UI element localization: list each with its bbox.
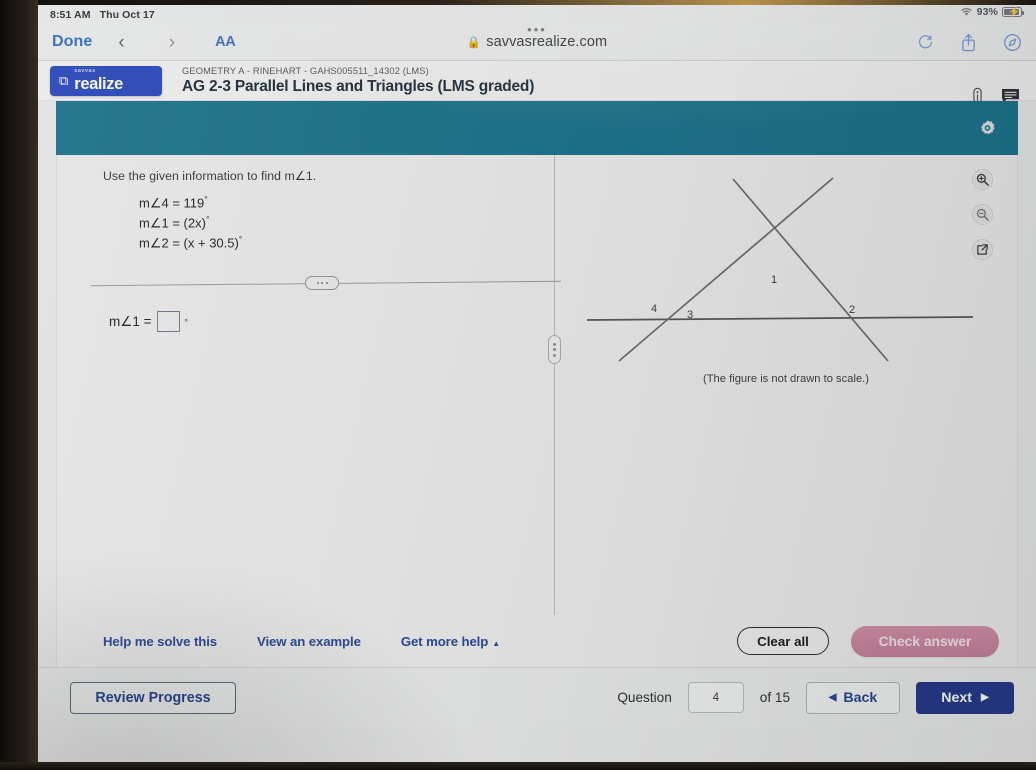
answer-input[interactable] (156, 311, 180, 333)
question-pane: Use the given information to find m∠1. m… (57, 155, 561, 615)
view-an-example-link[interactable]: View an example (257, 634, 361, 649)
assignment-title-block: GEOMETRY A - RINEHART - GAHS005511_14302… (182, 66, 534, 96)
triangle-right-icon: ▶ (981, 691, 989, 703)
given-rhs: 119 (183, 195, 205, 211)
given-rhs: (2x) (183, 215, 206, 231)
given-lhs: m∠4 = (139, 195, 180, 211)
status-time: 8:51 AM (50, 8, 91, 21)
answer-label: m∠1 = (109, 313, 152, 329)
question-navigation: Question 4 of 15 ◀ Back Next ▶ (617, 681, 1014, 714)
help-me-solve-this-link[interactable]: Help me solve this (103, 634, 217, 649)
review-progress-button[interactable]: Review Progress (70, 681, 236, 714)
back-navigation-icon[interactable]: ‹ (118, 33, 124, 52)
more-options-icon[interactable] (305, 276, 339, 291)
angle-label-2: 2 (849, 304, 855, 316)
given-equation: m∠1 = (2x)° (139, 213, 536, 233)
degree-symbol: ° (238, 234, 243, 245)
geometry-figure: 1 4 3 2 (586, 177, 974, 362)
check-answer-button[interactable]: Check answer (851, 625, 999, 657)
question-total-label: of 15 (759, 690, 790, 705)
bottom-navigation-bar: Review Progress Question 4 of 15 ◀ Back … (38, 667, 1036, 727)
question-label: Question (617, 690, 672, 705)
device-bezel-bottom (0, 762, 1036, 770)
next-button[interactable]: Next ▶ (916, 681, 1014, 714)
answer-row: m∠1 = ° (109, 311, 536, 333)
angle-label-3: 3 (687, 309, 693, 321)
question-prompt: Use the given information to find m∠1. (103, 169, 317, 183)
logo-realize-text: realize (74, 74, 123, 93)
answer-degree-symbol: ° (184, 316, 188, 327)
given-equations: m∠4 = 119° m∠1 = (2x)° m∠2 = (x + 30.5)° (139, 193, 536, 253)
given-lhs: m∠2 = (139, 235, 180, 251)
compass-icon[interactable] (1003, 33, 1022, 52)
question-number-input[interactable]: 4 (687, 682, 744, 713)
degree-symbol: ° (204, 194, 208, 204)
figure-pane: 1 4 3 2 (The figure is not drawn to scal… (555, 155, 1017, 615)
back-button-label: Back (843, 689, 878, 706)
angle-label-4: 4 (651, 303, 657, 315)
wifi-icon (960, 8, 972, 16)
triangle-left-icon: ◀ (828, 691, 837, 703)
given-rhs: (x + 30.5) (183, 235, 239, 251)
degree-symbol: ° (205, 214, 210, 225)
logo-savvas-text: savvas (74, 68, 96, 74)
lock-icon: 🔒 (466, 37, 482, 49)
given-equation: m∠4 = 119° (139, 193, 536, 213)
help-row: Help me solve this View an example Get m… (56, 615, 1018, 667)
given-lhs: m∠1 = (139, 215, 180, 231)
text-size-button[interactable]: AA (215, 34, 236, 50)
realize-logo[interactable]: ⧉ savvas realize (50, 65, 162, 96)
app-header: ⧉ savvas realize GEOMETRY A - RINEHART -… (38, 61, 1036, 104)
clear-all-button[interactable]: Clear all (737, 627, 829, 655)
next-button-label: Next (941, 689, 973, 706)
status-right-cluster: 93% ⚡ (960, 6, 1025, 18)
answer-actions: Clear all Check answer (737, 625, 999, 657)
reload-icon[interactable] (917, 34, 934, 51)
device-bezel-left (0, 0, 38, 770)
back-button[interactable]: ◀ Back (806, 681, 900, 714)
battery-percent-label: 93% (976, 6, 998, 18)
tab-overview-dots-icon[interactable]: ••• (527, 22, 547, 37)
question-card: Use the given information to find m∠1. m… (56, 155, 1018, 615)
device-photo: 8:51 AM Thu Oct 17 93% ⚡ ••• Done ‹ › AA (0, 0, 1036, 770)
forward-navigation-icon[interactable]: › (169, 33, 175, 52)
external-link-icon: ⧉ (59, 73, 69, 88)
battery-charging-icon: ⚡ (1002, 7, 1025, 18)
share-icon[interactable] (960, 33, 977, 52)
gear-icon[interactable] (979, 120, 996, 137)
safari-actions (917, 33, 1022, 52)
get-more-help-link[interactable]: Get more help ▲ (401, 634, 500, 649)
caret-up-icon: ▲ (492, 638, 501, 648)
page-title: AG 2-3 Parallel Lines and Triangles (LMS… (182, 77, 535, 95)
course-breadcrumb: GEOMETRY A - RINEHART - GAHS005511_14302… (182, 65, 429, 76)
safari-toolbar: ••• Done ‹ › AA 🔒 savvasrealize.com (38, 22, 1036, 61)
get-more-help-label: Get more help (400, 633, 489, 649)
tablet-screen: 8:51 AM Thu Oct 17 93% ⚡ ••• Done ‹ › AA (38, 5, 1036, 763)
status-date: Thu Oct 17 (99, 8, 155, 21)
assignment-banner (56, 101, 1018, 155)
given-equation: m∠2 = (x + 30.5)° (139, 233, 536, 253)
figure-caption: (The figure is not drawn to scale.) (702, 373, 870, 385)
section-divider (91, 275, 561, 291)
done-button[interactable]: Done (52, 33, 92, 51)
angle-label-1: 1 (771, 274, 777, 286)
